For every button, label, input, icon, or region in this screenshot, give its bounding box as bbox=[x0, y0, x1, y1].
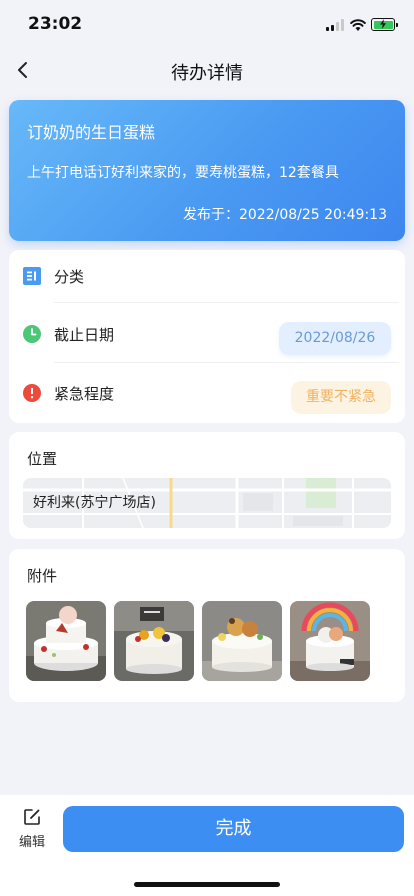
edit-button[interactable]: 编辑 bbox=[12, 807, 52, 851]
deadline-date-chip[interactable]: 2022/08/26 bbox=[279, 322, 391, 355]
attachments-card: 附件 bbox=[9, 549, 405, 702]
complete-button[interactable]: 完成 bbox=[63, 806, 404, 852]
alert-icon bbox=[23, 384, 41, 402]
task-description: 上午打电话订好利来家的，要寿桃蛋糕，12套餐具 bbox=[27, 165, 339, 181]
page-title: 待办详情 bbox=[171, 63, 243, 84]
attachments-section-title: 附件 bbox=[27, 567, 58, 585]
attachment-thumbnail[interactable] bbox=[202, 601, 282, 681]
attachment-thumbnail[interactable] bbox=[26, 601, 106, 681]
category-icon bbox=[23, 267, 41, 285]
edit-icon bbox=[24, 809, 40, 825]
home-indicator bbox=[134, 882, 280, 887]
publish-time: 发布于：2022/08/25 20:49:13 bbox=[182, 207, 387, 223]
attachment-thumbnail[interactable] bbox=[290, 601, 370, 681]
divider bbox=[54, 302, 399, 303]
location-section-title: 位置 bbox=[27, 450, 58, 468]
category-label: 分类 bbox=[54, 268, 85, 286]
attachment-thumbnail[interactable] bbox=[114, 601, 194, 681]
category-row[interactable]: 分类 bbox=[9, 250, 405, 306]
status-time: 23:02 bbox=[28, 14, 83, 34]
urgency-label: 紧急程度 bbox=[54, 385, 115, 403]
location-card: 位置 好利来(苏宁广场店) bbox=[9, 432, 405, 539]
urgency-chip[interactable]: 重要不紧急 bbox=[291, 381, 391, 414]
clock-icon bbox=[23, 325, 41, 343]
urgency-row: 紧急程度 重要不紧急 bbox=[9, 367, 405, 423]
cake-photo-3 bbox=[202, 601, 282, 681]
nav-bar: 待办详情 bbox=[0, 50, 414, 92]
edit-label: 编辑 bbox=[18, 835, 45, 850]
bottom-action-bar: 编辑 完成 bbox=[0, 795, 414, 896]
signal-icon bbox=[326, 19, 346, 31]
cake-photo-2 bbox=[114, 601, 194, 681]
location-name: 好利来(苏宁广场店) bbox=[33, 495, 156, 511]
task-summary-card: 订奶奶的生日蛋糕 上午打电话订好利来家的，要寿桃蛋糕，12套餐具 发布于：202… bbox=[9, 100, 405, 241]
task-title: 订奶奶的生日蛋糕 bbox=[27, 123, 156, 142]
cake-photo-1 bbox=[26, 601, 106, 681]
deadline-row: 截止日期 2022/08/26 bbox=[9, 308, 405, 364]
deadline-label: 截止日期 bbox=[54, 326, 115, 344]
status-bar: 23:02 bbox=[0, 0, 414, 50]
task-info-card: 分类 截止日期 2022/08/26 紧急程度 重要不紧急 bbox=[9, 250, 405, 423]
divider bbox=[54, 362, 399, 363]
battery-charging-icon bbox=[371, 18, 398, 31]
wifi-icon bbox=[350, 19, 366, 31]
cake-photo-4 bbox=[290, 601, 370, 681]
location-map[interactable]: 好利来(苏宁广场店) bbox=[23, 478, 391, 528]
